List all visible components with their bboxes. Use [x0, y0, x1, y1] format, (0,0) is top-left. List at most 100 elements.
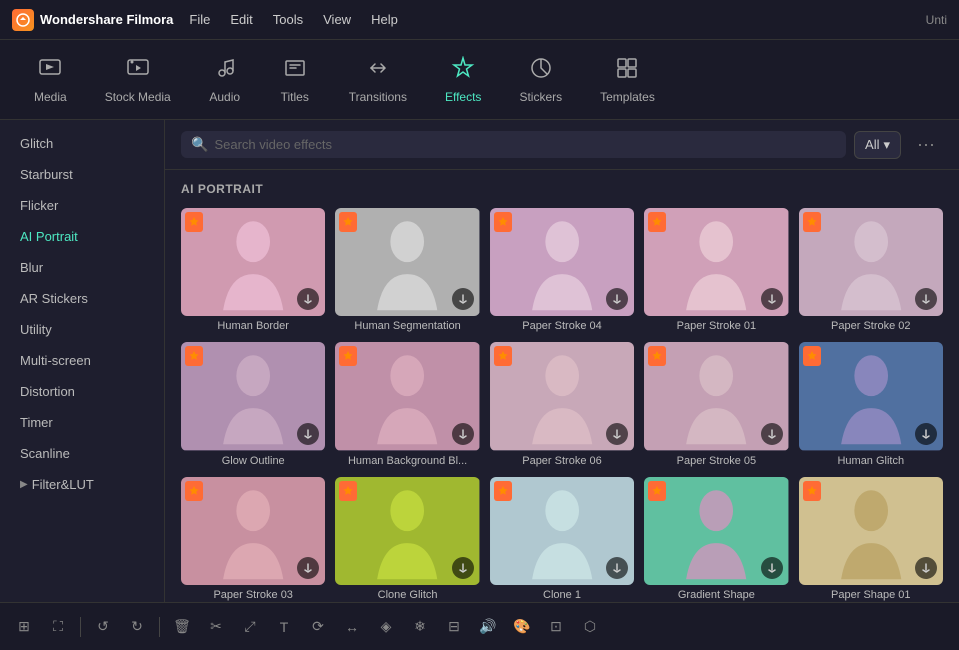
main-content: Glitch Starburst Flicker AI Portrait Blu…: [0, 120, 959, 602]
effect-card-human-background-bl[interactable]: Human Background Bl...: [335, 342, 479, 466]
bottom-btn-mask[interactable]: ⬡: [576, 613, 604, 641]
effect-card-glow-outline[interactable]: Glow Outline: [181, 342, 325, 466]
effect-label-paper-stroke-03: Paper Stroke 03: [181, 589, 325, 601]
premium-badge: [648, 346, 666, 366]
effect-label-gradient-shape: Gradient Shape: [644, 589, 788, 601]
download-button[interactable]: [606, 557, 628, 579]
sidebar-item-starburst[interactable]: Starburst: [0, 159, 164, 190]
toolbar-titles[interactable]: Titles: [265, 48, 325, 112]
effect-card-paper-shape-01[interactable]: Paper Shape 01: [799, 477, 943, 601]
window-title: Unti: [926, 13, 947, 27]
effect-card-paper-stroke-02[interactable]: Paper Stroke 02: [799, 208, 943, 332]
toolbar-effects[interactable]: Effects: [431, 48, 495, 112]
toolbar-transitions[interactable]: Transitions: [335, 48, 421, 112]
download-button[interactable]: [761, 557, 783, 579]
bottom-btn-crop[interactable]: ⤢: [236, 613, 264, 641]
effect-card-paper-stroke-01[interactable]: Paper Stroke 01: [644, 208, 788, 332]
menu-view[interactable]: View: [323, 12, 351, 27]
effect-thumb-clone-1: [490, 477, 634, 585]
toolbar-templates[interactable]: Templates: [586, 48, 669, 112]
menu-edit[interactable]: Edit: [230, 12, 252, 27]
arrow-icon: ▶: [20, 479, 28, 490]
toolbar-media[interactable]: Media: [20, 48, 81, 112]
effects-area: AI PORTRAIT Human Border Human Segmentat…: [165, 170, 959, 602]
toolbar-audio[interactable]: Audio: [195, 48, 255, 112]
sidebar-item-multi-screen[interactable]: Multi-screen: [0, 345, 164, 376]
premium-badge: [185, 481, 203, 501]
toolbar-titles-label: Titles: [281, 90, 309, 104]
menu-help[interactable]: Help: [371, 12, 398, 27]
sidebar-item-glitch[interactable]: Glitch: [0, 128, 164, 159]
download-button[interactable]: [452, 423, 474, 445]
sidebar-item-scanline[interactable]: Scanline: [0, 438, 164, 469]
titles-icon: [283, 56, 307, 86]
bottom-btn-text[interactable]: T: [270, 613, 298, 641]
sidebar-item-flicker[interactable]: Flicker: [0, 190, 164, 221]
sidebar-item-blur[interactable]: Blur: [0, 252, 164, 283]
premium-badge: [803, 212, 821, 232]
sidebar-item-filter-lut[interactable]: ▶ Filter&LUT: [0, 469, 164, 500]
premium-badge: [648, 481, 666, 501]
bottom-btn-speed[interactable]: ◈: [372, 613, 400, 641]
search-input[interactable]: [214, 137, 836, 152]
sidebar-item-timer[interactable]: Timer: [0, 407, 164, 438]
sidebar-label-ar-stickers: AR Stickers: [20, 291, 88, 306]
effect-thumb-human-segmentation: [335, 208, 479, 316]
sidebar-item-ar-stickers[interactable]: AR Stickers: [0, 283, 164, 314]
toolbar-stickers[interactable]: Stickers: [505, 48, 576, 112]
effect-card-human-segmentation[interactable]: Human Segmentation: [335, 208, 479, 332]
stock-media-icon: [126, 56, 150, 86]
download-button[interactable]: [915, 557, 937, 579]
sidebar-item-ai-portrait[interactable]: AI Portrait: [0, 221, 164, 252]
bottom-btn-split[interactable]: ⊟: [440, 613, 468, 641]
bottom-btn-flip[interactable]: ↔: [338, 613, 366, 641]
bottom-btn-audio[interactable]: 🔊: [474, 613, 502, 641]
menu-tools[interactable]: Tools: [273, 12, 303, 27]
effect-card-gradient-shape[interactable]: Gradient Shape: [644, 477, 788, 601]
bottom-btn-freeze[interactable]: ❄: [406, 613, 434, 641]
premium-badge: [185, 212, 203, 232]
effect-thumb-paper-stroke-04: [490, 208, 634, 316]
sidebar-label-ai-portrait: AI Portrait: [20, 229, 78, 244]
sidebar-label-starburst: Starburst: [20, 167, 73, 182]
bottom-btn-color[interactable]: 🎨: [508, 613, 536, 641]
effect-card-paper-stroke-04[interactable]: Paper Stroke 04: [490, 208, 634, 332]
effect-card-paper-stroke-03[interactable]: Paper Stroke 03: [181, 477, 325, 601]
transitions-icon: [366, 56, 390, 86]
bottom-btn-select[interactable]: ⛶: [44, 613, 72, 641]
bottom-btn-cut[interactable]: ✂: [202, 613, 230, 641]
download-button[interactable]: [761, 423, 783, 445]
sidebar-item-utility[interactable]: Utility: [0, 314, 164, 345]
sidebar-item-distortion[interactable]: Distortion: [0, 376, 164, 407]
sidebar-label-blur: Blur: [20, 260, 43, 275]
effect-card-paper-stroke-06[interactable]: Paper Stroke 06: [490, 342, 634, 466]
bottom-btn-delete[interactable]: 🗑: [168, 613, 196, 641]
effect-card-clone-1[interactable]: Clone 1: [490, 477, 634, 601]
download-button[interactable]: [452, 557, 474, 579]
search-input-wrap: 🔍: [181, 131, 846, 158]
filter-button[interactable]: All ▾: [854, 131, 901, 159]
more-options-button[interactable]: ···: [909, 130, 943, 159]
toolbar-media-label: Media: [34, 90, 67, 104]
chevron-down-icon: ▾: [883, 137, 890, 153]
download-button[interactable]: [452, 288, 474, 310]
download-button[interactable]: [606, 423, 628, 445]
toolbar-stock-media-label: Stock Media: [105, 90, 171, 104]
effect-thumb-clone-glitch: [335, 477, 479, 585]
premium-badge: [648, 212, 666, 232]
effect-thumb-paper-stroke-05: [644, 342, 788, 450]
download-button[interactable]: [761, 288, 783, 310]
bottom-btn-transform[interactable]: ⊡: [542, 613, 570, 641]
effect-card-clone-glitch[interactable]: Clone Glitch: [335, 477, 479, 601]
bottom-btn-layout[interactable]: ⊞: [10, 613, 38, 641]
toolbar-stock-media[interactable]: Stock Media: [91, 48, 185, 112]
download-button[interactable]: [297, 423, 319, 445]
bottom-btn-undo[interactable]: ↺: [89, 613, 117, 641]
bottom-btn-rotate[interactable]: ⟳: [304, 613, 332, 641]
menu-file[interactable]: File: [189, 12, 210, 27]
bottom-btn-redo[interactable]: ↻: [123, 613, 151, 641]
effect-card-paper-stroke-05[interactable]: Paper Stroke 05: [644, 342, 788, 466]
download-button[interactable]: [915, 423, 937, 445]
effect-card-human-glitch[interactable]: Human Glitch: [799, 342, 943, 466]
effect-card-human-border[interactable]: Human Border: [181, 208, 325, 332]
